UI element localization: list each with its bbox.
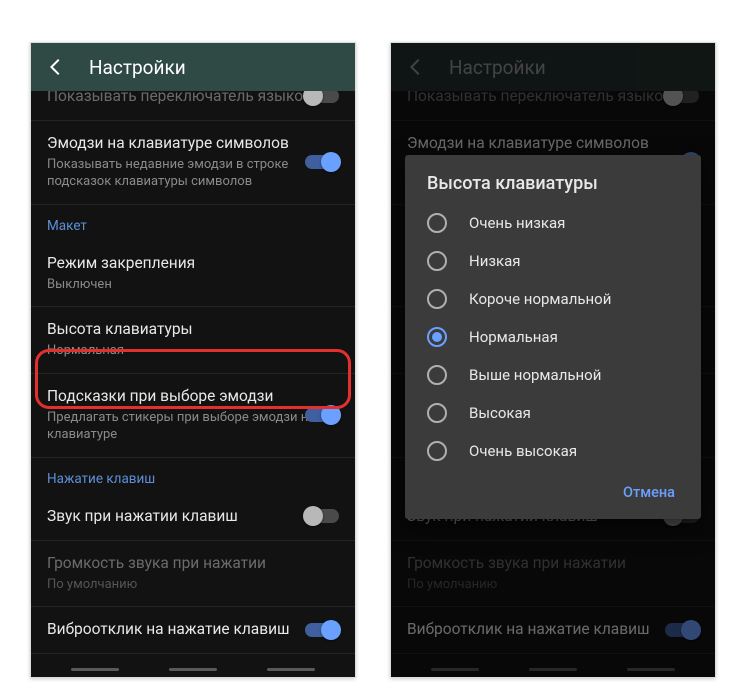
height-option[interactable]: Короче нормальной bbox=[405, 280, 701, 318]
item-title: Звук при нажатии клавиш bbox=[47, 506, 339, 527]
item-sub: Выключен bbox=[47, 276, 339, 294]
back-icon[interactable] bbox=[45, 56, 67, 78]
option-label: Очень высокая bbox=[469, 442, 577, 460]
radio-icon bbox=[427, 403, 447, 423]
item-volume: Громкость звука при нажатии По умолчанию bbox=[31, 540, 355, 606]
appbar-title: Настройки bbox=[89, 56, 186, 79]
radio-icon bbox=[427, 327, 447, 347]
option-label: Короче нормальной bbox=[469, 290, 611, 308]
navbar bbox=[391, 661, 715, 677]
item-dock[interactable]: Режим закрепления Выключен bbox=[31, 240, 355, 306]
toggle-haptic[interactable] bbox=[305, 620, 339, 640]
section-layout: Макет bbox=[31, 204, 355, 240]
radio-icon bbox=[427, 289, 447, 309]
toggle-emoji-sugg[interactable] bbox=[305, 405, 339, 425]
item-emoji-sugg[interactable]: Подсказки при выборе эмодзи Предлагать с… bbox=[31, 373, 355, 457]
cancel-button[interactable]: Отмена bbox=[615, 478, 683, 507]
height-option[interactable]: Низкая bbox=[405, 242, 701, 280]
back-icon bbox=[405, 56, 427, 78]
item-title: Эмодзи на клавиатуре символов bbox=[47, 133, 339, 154]
item-lang-switch[interactable]: Показывать переключатель языков bbox=[31, 91, 355, 120]
item-emoji-sym[interactable]: Эмодзи на клавиатуре символов Показывать… bbox=[31, 120, 355, 204]
radio-icon bbox=[427, 441, 447, 461]
navbar bbox=[31, 661, 355, 677]
height-option[interactable]: Очень низкая bbox=[405, 204, 701, 242]
radio-icon bbox=[427, 251, 447, 271]
option-label: Нормальная bbox=[469, 328, 558, 346]
section-keypress: Нажатие клавиш bbox=[31, 457, 355, 493]
item-keyboard-height[interactable]: Высота клавиатуры Нормальная bbox=[31, 306, 355, 372]
appbar: Настройки bbox=[31, 43, 355, 91]
item-sub: Показывать недавние эмодзи в строке подс… bbox=[47, 156, 339, 191]
item-sub: По умолчанию bbox=[47, 576, 339, 594]
height-option[interactable]: Высокая bbox=[405, 394, 701, 432]
toggle-sound[interactable] bbox=[305, 506, 339, 526]
radio-icon bbox=[427, 213, 447, 233]
dialog-title: Высота клавиатуры bbox=[405, 173, 701, 204]
appbar-title: Настройки bbox=[449, 56, 546, 79]
settings-scroll[interactable]: Показывать переключатель языков Эмодзи н… bbox=[31, 91, 355, 677]
item-sub: Нормальная bbox=[47, 342, 339, 360]
dialog-options: Очень низкая Низкая Короче нормальной Норма… bbox=[405, 204, 701, 470]
keyboard-height-dialog: Высота клавиатуры Очень низкая Низкая Коро… bbox=[405, 155, 701, 519]
item-sound[interactable]: Звук при нажатии клавиш bbox=[31, 493, 355, 540]
option-label: Высокая bbox=[469, 404, 531, 422]
item-title: Подсказки при выборе эмодзи bbox=[47, 386, 339, 407]
toggle-lang-switch[interactable] bbox=[305, 91, 339, 106]
item-sub: Предлагать стикеры при выборе эмодзи на … bbox=[47, 409, 339, 444]
radio-icon bbox=[427, 365, 447, 385]
height-option[interactable]: Выше нормальной bbox=[405, 356, 701, 394]
toggle-emoji-sym[interactable] bbox=[305, 152, 339, 172]
option-label: Выше нормальной bbox=[469, 366, 601, 384]
item-title: Громкость звука при нажатии bbox=[47, 553, 339, 574]
item-title: Режим закрепления bbox=[47, 253, 339, 274]
phone-left: Настройки Показывать переключатель языко… bbox=[30, 42, 356, 678]
phone-right: Настройки Показывать переключатель языко… bbox=[390, 42, 716, 678]
item-title: Виброотклик на нажатие клавиш bbox=[47, 619, 339, 640]
height-option[interactable]: Нормальная bbox=[405, 318, 701, 356]
appbar: Настройки bbox=[391, 43, 715, 91]
dialog-actions: Отмена bbox=[405, 470, 701, 513]
height-option[interactable]: Очень высокая bbox=[405, 432, 701, 470]
item-title: Высота клавиатуры bbox=[47, 319, 339, 340]
item-haptic[interactable]: Виброотклик на нажатие клавиш bbox=[31, 606, 355, 653]
option-label: Низкая bbox=[469, 252, 520, 270]
item-title: Показывать переключатель языков bbox=[47, 91, 339, 107]
option-label: Очень низкая bbox=[469, 214, 565, 232]
